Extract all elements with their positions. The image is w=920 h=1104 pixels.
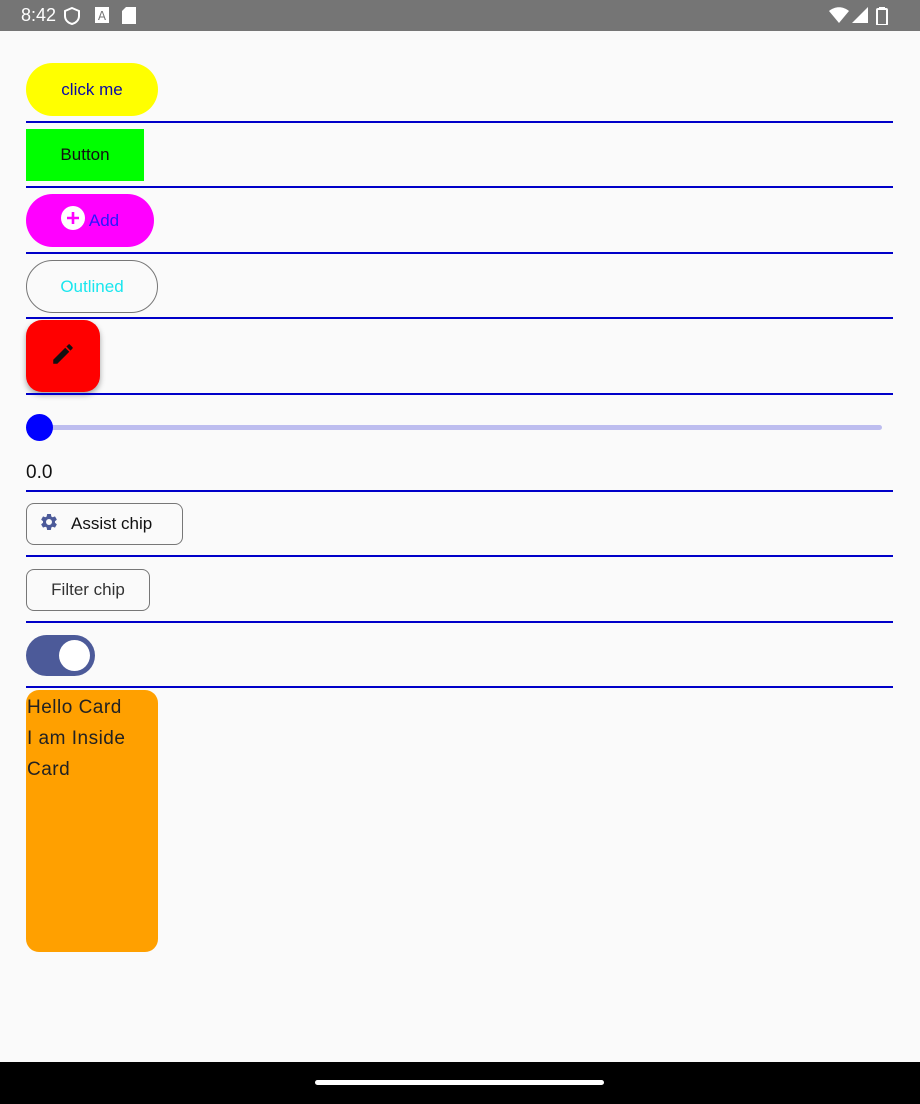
- toggle-switch[interactable]: [26, 635, 95, 676]
- add-button[interactable]: Add: [26, 194, 154, 247]
- plus-circle-icon: [60, 206, 85, 235]
- card-text-line: I am Inside: [27, 728, 126, 749]
- pencil-icon: [50, 341, 76, 372]
- home-gesture-handle[interactable]: [315, 1080, 604, 1085]
- divider: [26, 317, 893, 319]
- slider-track[interactable]: [40, 425, 882, 430]
- slider-thumb[interactable]: [26, 414, 53, 441]
- shield-icon: [64, 6, 80, 30]
- slider-value-text: 0.0: [26, 462, 53, 483]
- gear-icon: [39, 512, 59, 537]
- divider: [26, 686, 893, 688]
- sd-card-icon: [122, 7, 136, 29]
- click-me-label: click me: [61, 79, 123, 99]
- rect-button[interactable]: Button: [26, 129, 144, 181]
- navigation-bar: [0, 1062, 920, 1104]
- divider: [26, 621, 893, 623]
- add-label: Add: [88, 210, 120, 230]
- svg-text:A: A: [98, 9, 107, 23]
- main-content: click me Button Add Outlined 0.0 Assist …: [0, 31, 920, 1062]
- button-label: Button: [60, 145, 110, 164]
- outlined-label: Outlined: [60, 276, 124, 296]
- filter-chip-label: Filter chip: [51, 580, 125, 599]
- signal-icon: [852, 7, 868, 28]
- status-time: 8:42: [21, 5, 57, 25]
- switch-knob: [59, 640, 90, 671]
- divider: [26, 393, 893, 395]
- battery-icon: [876, 7, 888, 30]
- divider: [26, 252, 893, 254]
- a-badge-icon: A: [95, 7, 109, 28]
- divider: [26, 186, 893, 188]
- hello-card: Hello Card I am Inside Card: [26, 690, 158, 952]
- outlined-button[interactable]: Outlined: [26, 260, 158, 313]
- wifi-icon: [829, 7, 849, 28]
- click-me-button[interactable]: click me: [26, 63, 158, 116]
- divider: [26, 555, 893, 557]
- filter-chip[interactable]: Filter chip: [26, 569, 150, 611]
- card-text-line: Card: [27, 759, 71, 780]
- card-text-line: Hello Card: [27, 697, 122, 718]
- divider: [26, 121, 893, 123]
- assist-chip[interactable]: Assist chip: [26, 503, 183, 545]
- assist-chip-label: Assist chip: [71, 514, 153, 533]
- divider: [26, 490, 893, 492]
- status-bar: 8:42 A: [0, 0, 920, 31]
- edit-fab[interactable]: [26, 320, 100, 392]
